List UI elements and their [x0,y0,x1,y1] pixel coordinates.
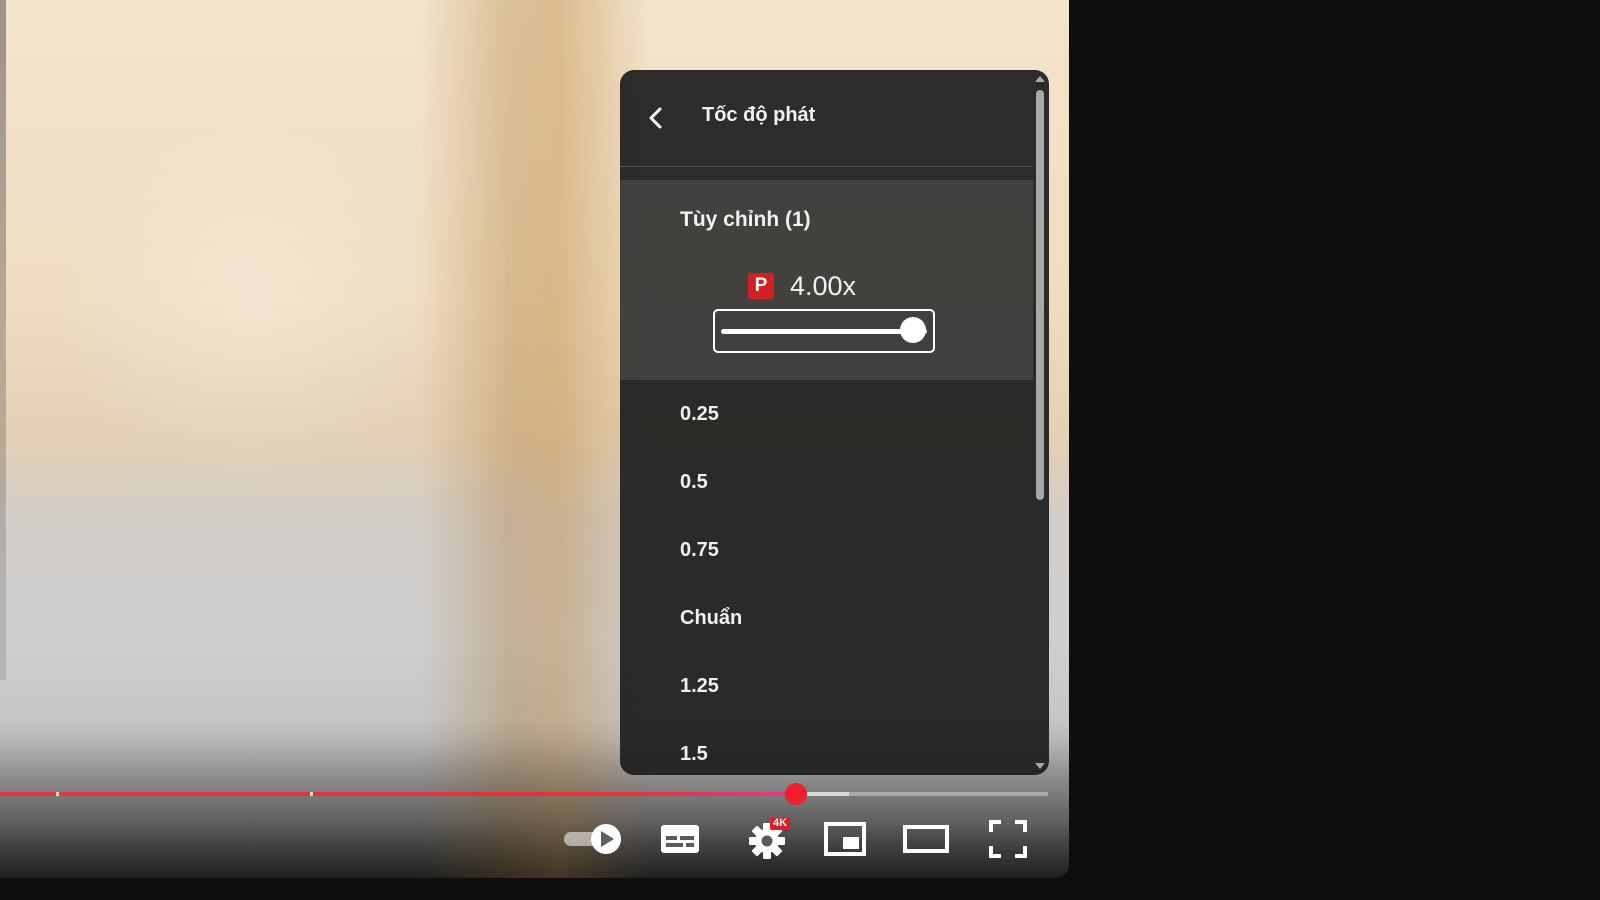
scroll-up-arrow[interactable] [1035,76,1045,82]
speed-option[interactable]: 0.5 [620,448,1033,516]
autoplay-toggle-icon [564,824,621,854]
miniplayer-button[interactable] [820,815,870,863]
speed-slider-knob[interactable] [900,317,926,343]
speed-option[interactable]: 1.5 [620,720,1033,775]
theater-mode-icon [903,825,949,853]
chapter-divider [56,792,59,796]
speed-slider-fill [721,329,927,334]
menu-title: Tốc độ phát [702,104,816,126]
speed-option[interactable]: 0.75 [620,516,1033,584]
scroll-down-arrow[interactable] [1035,763,1045,769]
custom-speed-readout: P 4.00x [748,270,857,301]
speed-option-label: 0.25 [680,403,719,425]
menu-scrollbar[interactable] [1033,70,1047,775]
speed-option-label: 0.5 [680,471,708,493]
theater-mode-button[interactable] [900,815,952,863]
speed-slider-track [721,329,927,334]
back-button[interactable] [638,100,674,136]
progress-played [0,792,797,796]
speed-option-label: Chuẩn [680,607,743,629]
menu-header: Tốc độ phát [620,70,1033,167]
chevron-left-icon [649,107,662,129]
chapter-divider [310,792,313,796]
speed-option-label: 1.5 [680,743,708,765]
scroll-thumb[interactable] [1036,90,1044,500]
speed-option[interactable]: Chuẩn [620,584,1033,652]
fullscreen-icon [989,820,1027,858]
speed-option[interactable]: 1.25 [620,652,1033,720]
premium-badge: P [748,273,774,299]
custom-speed-label: Tùy chỉnh (1) [680,208,811,231]
subtitles-button[interactable] [656,815,704,863]
speed-options-list: 0.25 0.5 0.75 Chuẩn 1.25 1.5 [620,380,1033,775]
autoplay-toggle[interactable] [562,815,622,863]
speed-option-label: 0.75 [680,539,719,561]
fullscreen-button[interactable] [984,815,1032,863]
speed-slider[interactable] [713,309,935,353]
playback-speed-menu: Tốc độ phát Tùy chỉnh (1) P 4.00x 0.25 0.… [620,70,1049,775]
miniplayer-icon [824,822,866,856]
speed-option[interactable]: 0.25 [620,380,1033,448]
page-bottom-strip [0,878,1600,900]
custom-speed-section[interactable]: Tùy chỉnh (1) P 4.00x [620,180,1033,380]
custom-speed-value: 4.00x [790,270,857,301]
video-edge [0,0,6,680]
settings-button[interactable]: 4K [740,815,794,863]
subtitles-icon [661,825,699,853]
progress-bar[interactable] [0,783,1048,805]
speed-option-label: 1.25 [680,675,719,697]
quality-badge: 4K [770,817,791,830]
